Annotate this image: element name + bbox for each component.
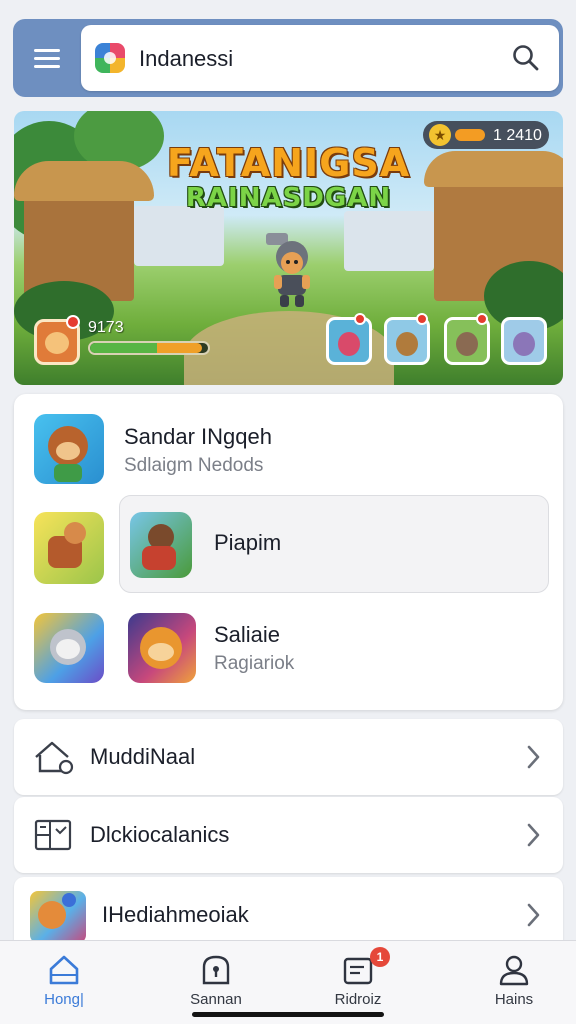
house-icon xyxy=(35,741,74,775)
nav-label: Sannan xyxy=(190,991,242,1008)
app-logo-icon xyxy=(95,43,125,73)
nav-tab-sannan[interactable]: Sannan xyxy=(166,953,266,1015)
game-row-selected[interactable]: Piapim xyxy=(119,495,549,593)
menu-row-muddinaal[interactable]: MuddiNaal xyxy=(14,719,563,795)
game-title[interactable]: Saliaie xyxy=(214,622,280,648)
top-bar: Indanessi xyxy=(13,19,563,97)
nav-tab-hains[interactable]: Hains xyxy=(464,953,564,1015)
game-icon-bear[interactable] xyxy=(34,414,104,484)
game-title[interactable]: Sandar INgqeh xyxy=(124,424,272,450)
chevron-right-icon xyxy=(527,745,540,769)
notification-dot xyxy=(476,313,488,325)
character-thumb[interactable] xyxy=(501,317,547,365)
star-icon: ★ xyxy=(429,124,451,146)
game-subtitle: Sdlaigm Nedods xyxy=(124,455,264,476)
nav-label: Hains xyxy=(494,991,534,1008)
currency-value: 1 2410 xyxy=(493,127,542,144)
search-input[interactable]: Indanessi xyxy=(139,46,233,72)
game-icon-adventurer xyxy=(130,512,192,578)
nav-tab-ridroiz[interactable]: 1 Ridroiz xyxy=(308,947,408,1015)
notification-badge: 1 xyxy=(370,947,390,967)
village-house xyxy=(344,211,434,271)
featured-game-banner[interactable]: FATANIGSA RAINASDGAN ★ 1 2410 9173 xyxy=(14,111,563,385)
currency-pill[interactable]: ★ 1 2410 xyxy=(423,121,549,149)
menu-row-dlckiocalanics[interactable]: Dlckiocalanics xyxy=(14,797,563,873)
game-title: Piapim xyxy=(214,530,282,555)
nav-label: Hong| xyxy=(44,991,84,1008)
menu-row-label: MuddiNaal xyxy=(90,744,196,769)
nav-label: Ridroiz xyxy=(334,991,382,1008)
menu-row-label: IHediahmeoiak xyxy=(102,902,249,927)
hamburger-menu-icon[interactable] xyxy=(29,41,63,75)
home-icon xyxy=(49,955,79,985)
coin-bar xyxy=(455,129,485,141)
search-bar[interactable]: Indanessi xyxy=(81,25,559,91)
notification-dot xyxy=(416,313,428,325)
game-icon-knight[interactable] xyxy=(34,613,104,683)
game-icon-barrel[interactable] xyxy=(34,512,104,584)
chevron-right-icon xyxy=(527,823,540,847)
village-house xyxy=(134,206,224,266)
game-subtitle: RAINASDGAN xyxy=(185,183,392,213)
search-icon[interactable] xyxy=(511,43,541,73)
nav-tab-home[interactable]: Hong| xyxy=(14,953,114,1015)
xp-progress-fill xyxy=(90,343,203,353)
game-list-card: Sandar INgqeh Sdlaigm Nedods Piapim Sali… xyxy=(14,394,563,710)
game-subtitle: Ragiariok xyxy=(214,653,295,674)
menu-row-label: Dlckiocalanics xyxy=(90,822,230,847)
board-icon xyxy=(34,819,72,851)
notification-dot xyxy=(66,315,80,329)
home-indicator xyxy=(192,1012,384,1017)
hero-character xyxy=(266,233,310,307)
player-score: 9173 xyxy=(88,319,124,336)
character-thumb[interactable] xyxy=(326,317,372,365)
lock-icon xyxy=(202,955,230,985)
game-icon-fox[interactable] xyxy=(128,613,196,683)
profile-icon xyxy=(499,955,529,986)
notification-dot xyxy=(354,313,366,325)
chevron-right-icon xyxy=(527,903,540,927)
game-art-icon xyxy=(30,891,86,943)
xp-progress-bar xyxy=(88,341,210,355)
